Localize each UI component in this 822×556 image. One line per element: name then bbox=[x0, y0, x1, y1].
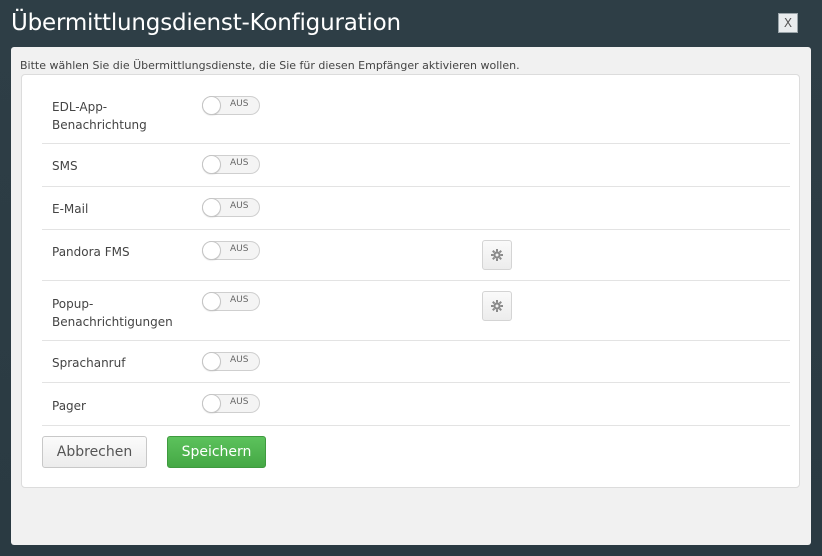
dialog-body: Bitte wählen Sie die Übermittlungsdienst… bbox=[11, 47, 811, 545]
service-toggle-pager[interactable]: AUS bbox=[202, 394, 260, 413]
service-toggle-email[interactable]: AUS bbox=[202, 198, 260, 217]
cancel-button[interactable]: Abbrechen bbox=[42, 436, 147, 468]
gear-icon bbox=[491, 300, 503, 312]
toggle-state: AUS bbox=[230, 158, 249, 168]
service-config-dialog: Übermittlungsdienst-Konfiguration X Bitt… bbox=[0, 0, 822, 556]
service-label: SMS bbox=[52, 159, 78, 173]
toggle-state: AUS bbox=[230, 99, 249, 109]
service-toggle-sprachanruf[interactable]: AUS bbox=[202, 352, 260, 371]
service-toggle-edl-app[interactable]: AUS bbox=[202, 96, 260, 115]
service-row-sprachanruf: Sprachanruf AUS bbox=[42, 341, 790, 383]
service-label: Pager bbox=[52, 399, 86, 413]
services-card: EDL-App-Benachrichtung AUS SMS AUS E-Mai… bbox=[21, 74, 800, 488]
toggle-state: AUS bbox=[230, 244, 249, 254]
toggle-knob bbox=[202, 96, 221, 115]
close-button[interactable]: X bbox=[778, 13, 798, 33]
service-row-popup: Popup-Benachrichtigungen AUS bbox=[42, 281, 790, 341]
toggle-knob bbox=[202, 198, 221, 217]
toggle-knob bbox=[202, 241, 221, 260]
toggle-state: AUS bbox=[230, 355, 249, 365]
service-label: Sprachanruf bbox=[52, 356, 126, 370]
service-label: EDL-App-Benachrichtung bbox=[52, 100, 147, 132]
pandora-fms-settings-button[interactable] bbox=[482, 240, 512, 270]
service-row-pager: Pager AUS bbox=[42, 383, 790, 426]
service-label: E-Mail bbox=[52, 202, 89, 216]
service-row-sms: SMS AUS bbox=[42, 144, 790, 187]
toggle-knob bbox=[202, 394, 221, 413]
service-label: Popup-Benachrichtigungen bbox=[52, 297, 173, 329]
toggle-knob bbox=[202, 292, 221, 311]
service-row-edl-app: EDL-App-Benachrichtung AUS bbox=[42, 75, 790, 144]
toggle-knob bbox=[202, 155, 221, 174]
popup-settings-button[interactable] bbox=[482, 291, 512, 321]
toggle-knob bbox=[202, 352, 221, 371]
toggle-state: AUS bbox=[230, 397, 249, 407]
save-button[interactable]: Speichern bbox=[167, 436, 266, 468]
service-toggle-sms[interactable]: AUS bbox=[202, 155, 260, 174]
dialog-title-bar: Übermittlungsdienst-Konfiguration X bbox=[0, 0, 822, 48]
intro-text: Bitte wählen Sie die Übermittlungsdienst… bbox=[20, 59, 520, 72]
service-row-email: E-Mail AUS bbox=[42, 187, 790, 230]
service-toggle-popup[interactable]: AUS bbox=[202, 292, 260, 311]
gear-icon bbox=[491, 249, 503, 261]
toggle-state: AUS bbox=[230, 295, 249, 305]
service-row-pandora-fms: Pandora FMS AUS bbox=[42, 230, 790, 281]
toggle-state: AUS bbox=[230, 201, 249, 211]
service-toggle-pandora-fms[interactable]: AUS bbox=[202, 241, 260, 260]
dialog-title: Übermittlungsdienst-Konfiguration bbox=[11, 10, 401, 36]
service-label: Pandora FMS bbox=[52, 245, 130, 259]
